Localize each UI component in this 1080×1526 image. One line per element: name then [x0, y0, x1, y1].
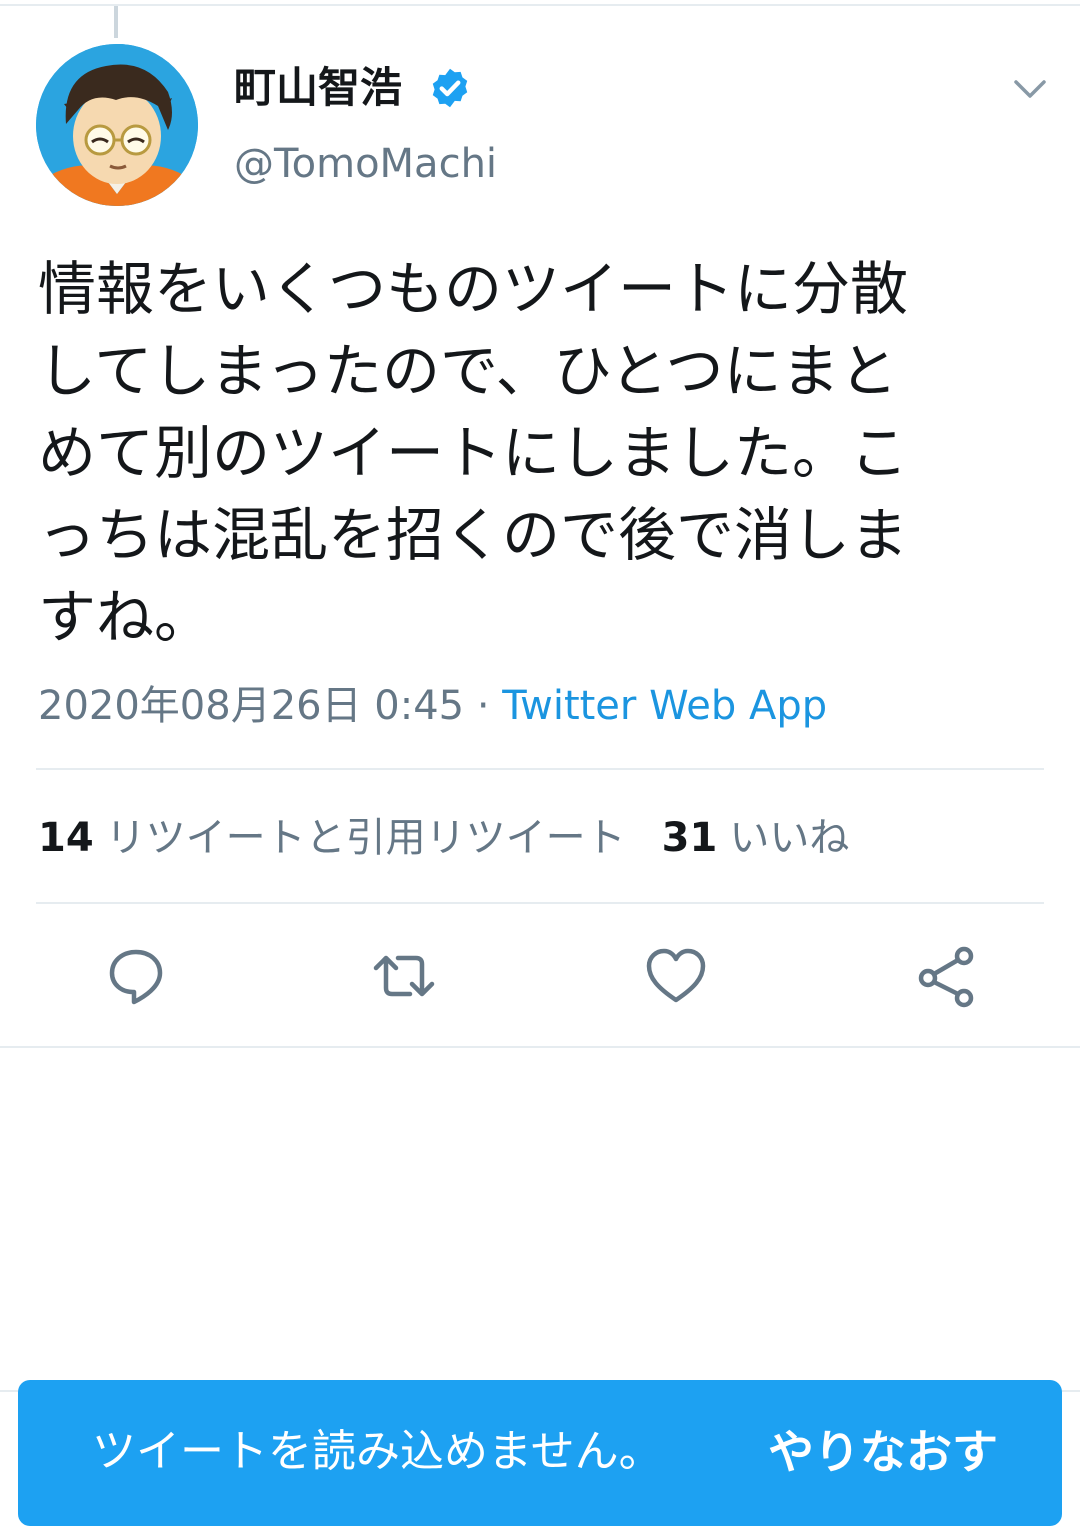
tweet-meta: 2020年08月26日 0:45 · Twitter Web App [38, 680, 827, 732]
tweet-stats: 14 リツイートと引用リツイート 31 いいね [38, 812, 849, 864]
retry-button[interactable]: やりなおす [760, 1414, 1006, 1490]
like-button[interactable] [644, 944, 708, 1008]
retweets-label: リツイートと引用リツイート [105, 815, 626, 861]
tweet-timestamp[interactable]: 2020年08月26日 0:45 [38, 683, 464, 729]
retweets-stat[interactable]: 14 リツイートと引用リツイート [38, 815, 626, 861]
tweet-source-link[interactable]: Twitter Web App [502, 683, 827, 729]
display-name[interactable]: 町山智浩 [234, 60, 402, 116]
top-border [0, 0, 1080, 6]
likes-stat[interactable]: 31 いいね [662, 815, 850, 861]
likes-count: 31 [661, 815, 718, 861]
divider [36, 768, 1044, 770]
retweet-button[interactable] [372, 944, 436, 1008]
chevron-down-icon[interactable] [1008, 72, 1052, 104]
heart-icon [646, 948, 706, 1003]
user-handle[interactable]: @TomoMachi [234, 138, 497, 190]
meta-separator: · [464, 683, 503, 729]
thread-connector-line [114, 6, 118, 38]
retweets-count: 14 [38, 815, 94, 861]
retweet-icon [373, 955, 435, 997]
share-button[interactable] [914, 944, 978, 1008]
tweet-text: 情報をいくつものツイートに分散 してしまったので、ひとつにまと めて別のツイート… [38, 255, 909, 651]
cartoon-portrait-avatar-icon [36, 44, 198, 206]
divider [0, 1046, 1080, 1048]
likes-label: いいね [729, 815, 850, 861]
tweet-detail-page: 町山智浩 @TomoMachi 情報をいくつものツイートに分散 してしまったので… [0, 0, 1080, 1526]
share-icon [918, 946, 974, 1008]
divider [36, 902, 1044, 904]
reply-icon [109, 949, 163, 1005]
avatar[interactable] [36, 44, 198, 206]
reply-button[interactable] [104, 944, 168, 1008]
verified-badge-icon [432, 68, 468, 108]
error-message: ツイートを読み込めません。 [92, 1426, 663, 1477]
